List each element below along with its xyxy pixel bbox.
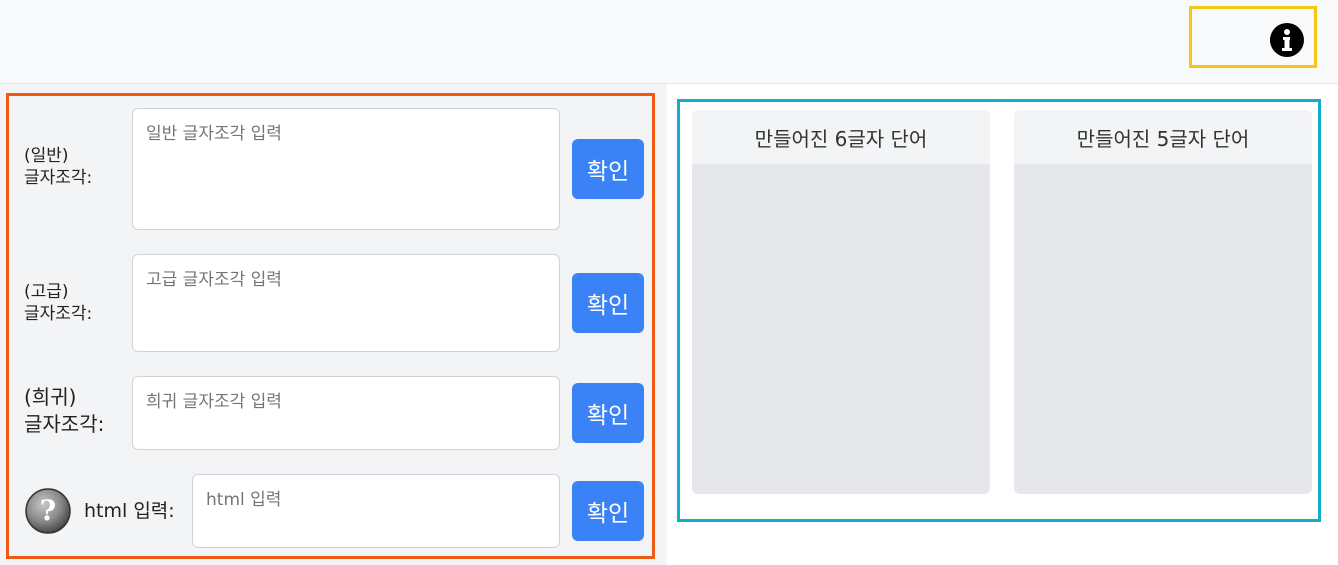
normal-confirm-button[interactable]: 확인	[572, 139, 644, 199]
rare-confirm-button[interactable]: 확인	[572, 383, 644, 443]
question-mark-icon[interactable]: ?	[24, 487, 72, 535]
rare-fragment-label: (희귀) 글자조각:	[24, 385, 105, 436]
svg-text:?: ?	[40, 494, 56, 527]
html-input-field[interactable]	[192, 474, 560, 548]
five-letter-word-list-title: 만들어진 5글자 단어	[1014, 110, 1312, 164]
info-button-frame[interactable]	[1189, 6, 1317, 68]
info-circle-icon[interactable]	[1270, 23, 1304, 57]
five-letter-word-list: 만들어진 5글자 단어	[1014, 110, 1312, 494]
advanced-confirm-button[interactable]: 확인	[572, 273, 644, 333]
normal-fragment-input[interactable]	[132, 108, 560, 230]
six-letter-word-list-title: 만들어진 6글자 단어	[692, 110, 990, 164]
top-bar	[0, 0, 1338, 84]
html-confirm-button[interactable]: 확인	[572, 481, 644, 541]
html-input-label: html 입력:	[84, 500, 175, 522]
rare-fragment-input[interactable]	[132, 376, 560, 450]
advanced-fragment-input[interactable]	[132, 254, 560, 352]
advanced-fragment-label: (고급) 글자조각:	[24, 282, 93, 324]
result-panel: 만들어진 6글자 단어 만들어진 5글자 단어	[677, 99, 1321, 522]
six-letter-word-list: 만들어진 6글자 단어	[692, 110, 990, 494]
normal-fragment-label: (일반) 글자조각:	[24, 146, 93, 188]
